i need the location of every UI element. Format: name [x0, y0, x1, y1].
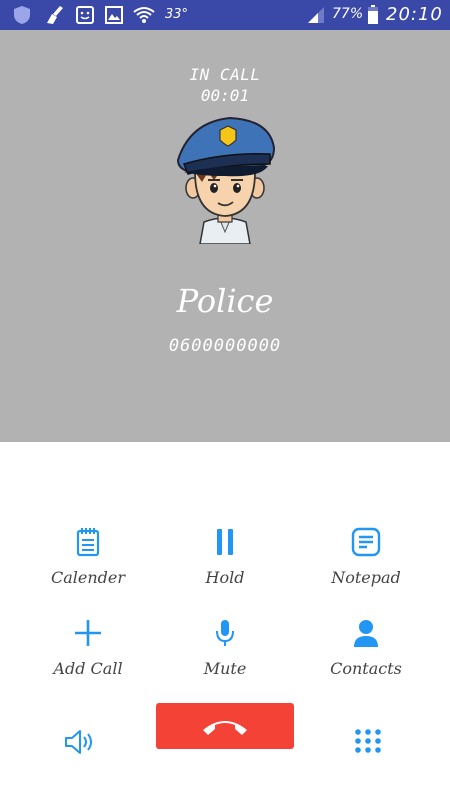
battery-percent: 77%: [332, 6, 364, 22]
notepad-button[interactable]: Notepad: [291, 522, 441, 602]
hold-label: Hold: [205, 568, 245, 587]
hold-button[interactable]: Hold: [150, 522, 300, 602]
microphone-icon: [205, 613, 245, 653]
temperature-text: 33°: [165, 7, 189, 22]
mute-button[interactable]: Mute: [150, 613, 300, 693]
hangup-icon: [203, 721, 247, 735]
speaker-button[interactable]: [56, 717, 106, 767]
police-avatar: [176, 116, 276, 244]
call-info-panel: IN CALL 00:01 Police 0600000000: [0, 30, 450, 442]
dialpad-button[interactable]: [343, 717, 393, 767]
contacts-button[interactable]: Contacts: [291, 613, 441, 693]
signal-icon: [308, 7, 324, 23]
add-call-label: Add Call: [53, 659, 123, 678]
battery-icon: [368, 5, 378, 24]
contact-number: 0600000000: [168, 336, 282, 356]
calendar-label: Calender: [50, 568, 126, 587]
add-call-button[interactable]: Add Call: [13, 613, 163, 693]
shield-icon: [14, 6, 30, 24]
image-icon: [105, 6, 123, 24]
notepad-label: Notepad: [331, 568, 401, 587]
broom-icon: [47, 6, 63, 24]
calendar-button[interactable]: Calender: [13, 522, 163, 602]
clock: 20:10: [386, 4, 443, 25]
status-bar: 33° 77% 20:10: [0, 0, 450, 30]
mute-label: Mute: [203, 659, 247, 678]
contacts-label: Contacts: [330, 659, 402, 678]
call-timer: 00:01: [200, 86, 250, 105]
calendar-icon: [68, 522, 108, 562]
pause-icon: [205, 522, 245, 562]
contact-name: Police: [176, 282, 274, 320]
person-icon: [346, 613, 386, 653]
hangup-button[interactable]: [156, 703, 294, 749]
call-state-label: IN CALL: [189, 65, 261, 84]
speaker-icon: [65, 730, 92, 754]
dialpad-icon: [355, 729, 381, 753]
wifi-icon: [133, 7, 155, 23]
sim-icon: [76, 6, 94, 24]
notepad-icon: [346, 522, 386, 562]
plus-icon: [68, 613, 108, 653]
